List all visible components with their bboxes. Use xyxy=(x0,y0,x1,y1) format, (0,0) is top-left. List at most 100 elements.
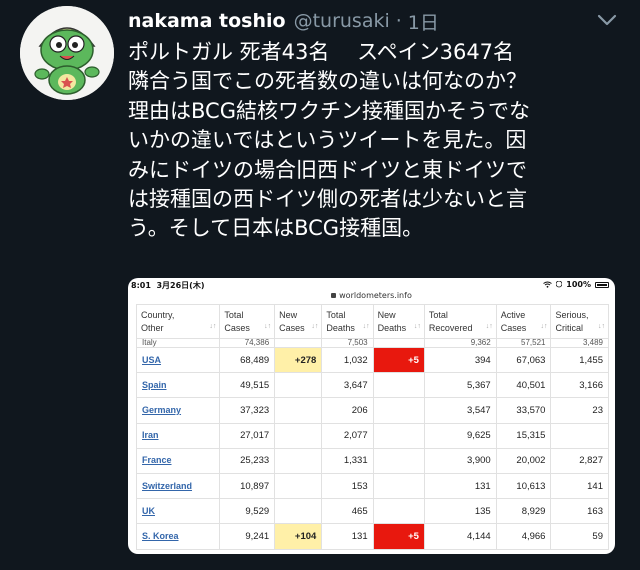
cell-country[interactable]: France xyxy=(135,447,221,474)
column-header[interactable]: Active Cases ↓↑ xyxy=(495,304,552,339)
cell-total-recovered: 3,900 xyxy=(423,447,497,474)
column-header[interactable]: New Cases ↓↑ xyxy=(274,304,323,339)
location-icon xyxy=(556,281,563,288)
sort-icon[interactable]: ↓↑ xyxy=(598,320,605,333)
cell-country[interactable]: Spain xyxy=(135,372,221,399)
cell-total-deaths: 1,331 xyxy=(321,447,374,474)
cell-active-cases: 15,315 xyxy=(495,422,552,449)
cell-total-cases: 49,515 xyxy=(219,372,276,399)
keroro-avatar-icon xyxy=(20,6,114,100)
column-header[interactable]: Total Deaths ↓↑ xyxy=(321,304,374,339)
cell-new-cases xyxy=(274,447,323,474)
column-header-label: Active Cases xyxy=(500,309,527,333)
user-handle[interactable]: @turusaki xyxy=(294,10,390,32)
cell-total-cases: 68,489 xyxy=(219,346,276,374)
cell-total-recovered: 5,367 xyxy=(423,372,497,399)
cell-country[interactable]: UK xyxy=(135,498,221,525)
sort-icon[interactable]: ↓↑ xyxy=(486,320,493,333)
cell-serious xyxy=(550,422,609,449)
country-link[interactable]: USA xyxy=(142,355,161,365)
table-row: USA 68,489 +278 1,032 +5 394 67,063 1,455 xyxy=(135,346,609,374)
cell-new-deaths: +5 xyxy=(372,346,425,374)
table-header-row: Country, Other ↓↑ Total Cases ↓↑ New Cases ↓↑ Tot… xyxy=(135,304,609,339)
cell-country[interactable]: Switzerland xyxy=(135,472,221,500)
url-bar[interactable]: worldometers.info xyxy=(128,291,615,300)
cell-total-deaths: 206 xyxy=(321,397,374,424)
cell-active-cases: 8,929 xyxy=(495,498,552,525)
table-cell xyxy=(274,338,323,348)
table-row-partial: Italy 74,386 7,503 9,362 57,521 3,489 xyxy=(135,338,609,348)
cell-total-deaths: 465 xyxy=(321,498,374,525)
column-header-label: Total Recovered xyxy=(428,309,473,333)
display-name[interactable]: nakama toshio xyxy=(128,10,286,32)
table-cell: 57,521 xyxy=(495,338,552,348)
cell-total-recovered: 394 xyxy=(423,346,497,374)
table-row: S. Korea 9,241 +104 131 +5 4,144 4,966 59 xyxy=(135,523,609,550)
cell-total-recovered: 131 xyxy=(423,472,497,500)
cell-active-cases: 10,613 xyxy=(495,472,552,500)
tweet-line: 隣合う国でこの死者数の違いは何なのか？ xyxy=(128,69,527,94)
table-cell: 3,489 xyxy=(550,338,609,348)
sort-icon[interactable]: ↓↑ xyxy=(363,320,370,333)
cell-new-cases xyxy=(274,397,323,424)
column-header[interactable]: Total Cases ↓↑ xyxy=(219,304,276,339)
sort-icon[interactable]: ↓↑ xyxy=(209,320,216,333)
column-header[interactable]: Country, Other ↓↑ xyxy=(135,304,221,339)
cell-total-cases: 25,233 xyxy=(219,447,276,474)
country-link[interactable]: Spain xyxy=(142,380,167,390)
sort-icon[interactable]: ↓↑ xyxy=(264,320,271,333)
cell-total-recovered: 4,144 xyxy=(423,523,497,550)
country-link[interactable]: Germany xyxy=(142,405,181,415)
country-link[interactable]: France xyxy=(142,455,172,465)
cell-country[interactable]: USA xyxy=(135,346,221,374)
status-indicators: 100% xyxy=(543,280,609,289)
cell-serious: 2,827 xyxy=(550,447,609,474)
cell-active-cases: 33,570 xyxy=(495,397,552,424)
tweet-line: ポルトガル 死者43名 スペイン3647名 xyxy=(128,40,515,64)
table-row: UK 9,529 465 135 8,929 163 xyxy=(135,498,609,525)
stats-table: Country, Other ↓↑ Total Cases ↓↑ New Cases ↓↑ Tot… xyxy=(135,304,609,550)
cell-serious: 3,166 xyxy=(550,372,609,399)
cell-serious: 163 xyxy=(550,498,609,525)
sort-icon[interactable]: ↓↑ xyxy=(311,320,318,333)
status-time: 8:01 3月26日(木) xyxy=(131,281,205,290)
cell-new-cases xyxy=(274,372,323,399)
cell-total-recovered: 135 xyxy=(423,498,497,525)
table-row: Spain 49,515 3,647 5,367 40,501 3,166 xyxy=(135,372,609,399)
tweet-line: いかの違いではというツイートを見た。因 xyxy=(128,128,527,153)
country-link[interactable]: Iran xyxy=(142,430,159,440)
cell-serious: 23 xyxy=(550,397,609,424)
cell-country[interactable]: S. Korea xyxy=(135,523,221,550)
sort-icon[interactable]: ↓↑ xyxy=(414,320,421,333)
cell-active-cases: 67,063 xyxy=(495,346,552,374)
cell-total-deaths: 3,647 xyxy=(321,372,374,399)
separator-dot: · xyxy=(395,10,402,32)
column-header[interactable]: New Deaths ↓↑ xyxy=(372,304,425,339)
tweet-line: は接種国の西ドイツ側の死者は少ないと言 xyxy=(128,187,527,212)
cell-active-cases: 20,002 xyxy=(495,447,552,474)
cell-country[interactable]: Iran xyxy=(135,422,221,449)
avatar[interactable] xyxy=(20,6,114,100)
country-link[interactable]: UK xyxy=(142,506,155,516)
cell-new-deaths: +5 xyxy=(372,523,425,550)
cell-total-cases: 37,323 xyxy=(219,397,276,424)
table-row: Germany 37,323 206 3,547 33,570 23 xyxy=(135,397,609,424)
attached-image[interactable]: 8:01 3月26日(木) 100% worldometers.info Cou… xyxy=(128,278,615,554)
country-link[interactable]: Switzerland xyxy=(142,481,192,491)
cell-new-cases: +278 xyxy=(274,346,323,374)
tweet-timestamp[interactable]: 1日 xyxy=(408,8,439,35)
chevron-down-icon[interactable] xyxy=(596,12,618,28)
cell-new-deaths xyxy=(372,397,425,424)
cell-total-cases: 9,529 xyxy=(219,498,276,525)
cell-country[interactable]: Germany xyxy=(135,397,221,424)
country-link[interactable]: S. Korea xyxy=(142,531,179,541)
cell-total-deaths: 153 xyxy=(321,472,374,500)
cell-total-cases: 9,241 xyxy=(219,523,276,550)
column-header[interactable]: Total Recovered ↓↑ xyxy=(423,304,497,339)
tweet-line: みにドイツの場合旧西ドイツと東ドイツで xyxy=(128,157,527,182)
sort-icon[interactable]: ↓↑ xyxy=(540,320,547,333)
column-header[interactable]: Serious, Critical ↓↑ xyxy=(550,304,609,339)
column-header-label: Total Cases xyxy=(224,309,250,333)
column-header-label: Serious, Critical xyxy=(555,309,589,333)
cell-total-deaths: 2,077 xyxy=(321,422,374,449)
